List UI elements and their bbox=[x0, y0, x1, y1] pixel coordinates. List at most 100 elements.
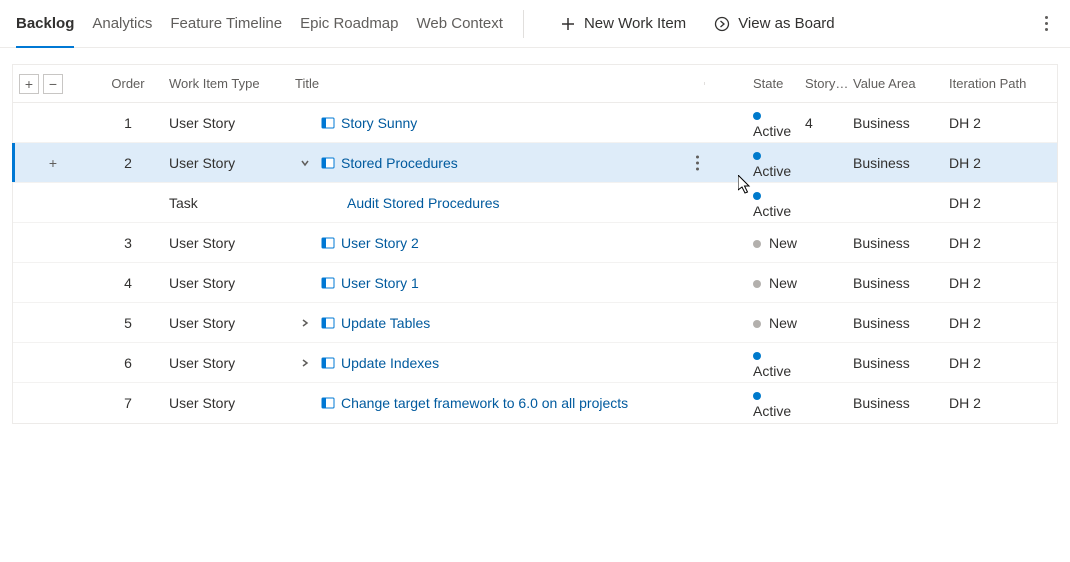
view-as-board-button[interactable]: View as Board bbox=[714, 15, 834, 32]
cell-title: Story Sunny bbox=[293, 115, 705, 131]
add-child-button[interactable]: + bbox=[43, 153, 63, 173]
table-row[interactable]: 1User StoryStory SunnyActive4BusinessDH … bbox=[13, 103, 1057, 143]
cell-value-area: Business bbox=[853, 155, 949, 171]
state-indicator-icon bbox=[753, 112, 761, 120]
col-state[interactable]: State bbox=[705, 76, 805, 91]
plus-icon bbox=[560, 16, 576, 32]
chevron-down-icon[interactable] bbox=[295, 157, 315, 169]
chevron-right-icon[interactable] bbox=[295, 357, 315, 369]
cell-iteration: DH 2 bbox=[949, 355, 1057, 371]
cell-state: New bbox=[705, 315, 805, 331]
table-row[interactable]: 4User StoryUser Story 1NewBusinessDH 2 bbox=[13, 263, 1057, 303]
work-item-title-link[interactable]: Stored Procedures bbox=[341, 155, 458, 171]
cell-order: 2 bbox=[93, 155, 163, 171]
state-indicator-icon bbox=[753, 352, 761, 360]
cell-title: Update Indexes bbox=[293, 355, 705, 371]
backlog-grid: + − Order Work Item Type Title State Sto… bbox=[12, 64, 1058, 424]
topbar: Backlog Analytics Feature Timeline Epic Roa… bbox=[0, 0, 1070, 48]
divider bbox=[523, 10, 524, 38]
user-story-icon bbox=[321, 356, 335, 370]
tab-backlog[interactable]: Backlog bbox=[16, 0, 74, 47]
cell-type: User Story bbox=[163, 115, 293, 131]
cell-title: User Story 1 bbox=[293, 275, 705, 291]
cell-iteration: DH 2 bbox=[949, 155, 1057, 171]
work-item-title-link[interactable]: Update Tables bbox=[341, 315, 430, 331]
col-story[interactable]: Story… bbox=[805, 76, 853, 91]
cell-title: Stored Procedures bbox=[293, 155, 705, 171]
state-indicator-icon bbox=[753, 240, 761, 248]
col-order[interactable]: Order bbox=[93, 76, 163, 91]
table-row[interactable]: 5User StoryUpdate TablesNewBusinessDH 2 bbox=[13, 303, 1057, 343]
tab-analytics[interactable]: Analytics bbox=[92, 0, 152, 47]
topbar-actions: New Work Item View as Board bbox=[560, 15, 835, 32]
new-work-item-label: New Work Item bbox=[584, 15, 686, 32]
chevron-right-icon[interactable] bbox=[295, 317, 315, 329]
cell-value-area: Business bbox=[853, 315, 949, 331]
cell-title: User Story 2 bbox=[293, 235, 705, 251]
row-more-button[interactable] bbox=[696, 155, 699, 170]
cell-type: User Story bbox=[163, 155, 293, 171]
user-story-icon bbox=[321, 236, 335, 250]
state-label: New bbox=[769, 275, 797, 291]
col-value-area[interactable]: Value Area bbox=[853, 76, 949, 91]
grid-header: + − Order Work Item Type Title State Sto… bbox=[13, 65, 1057, 103]
work-item-title-link[interactable]: User Story 1 bbox=[341, 275, 419, 291]
cell-iteration: DH 2 bbox=[949, 275, 1057, 291]
col-work-item-type[interactable]: Work Item Type bbox=[163, 76, 293, 91]
work-item-title-link[interactable]: Story Sunny bbox=[341, 115, 417, 131]
cell-value-area: Business bbox=[853, 235, 949, 251]
task-icon bbox=[321, 196, 341, 210]
view-as-board-label: View as Board bbox=[738, 15, 834, 32]
state-indicator-icon bbox=[753, 152, 761, 160]
cell-order: 3 bbox=[93, 235, 163, 251]
collapse-all-button[interactable]: − bbox=[43, 74, 63, 94]
state-label: Active bbox=[753, 363, 791, 379]
user-story-icon bbox=[321, 116, 335, 130]
cell-value-area: Business bbox=[853, 115, 949, 131]
table-row[interactable]: 6User StoryUpdate IndexesActiveBusinessD… bbox=[13, 343, 1057, 383]
col-title[interactable]: Title bbox=[293, 76, 705, 91]
cell-type: User Story bbox=[163, 315, 293, 331]
col-iteration-path[interactable]: Iteration Path bbox=[949, 76, 1057, 91]
tab-web-context[interactable]: Web Context bbox=[417, 0, 503, 47]
arrow-circle-icon bbox=[714, 16, 730, 32]
work-item-title-link[interactable]: User Story 2 bbox=[341, 235, 419, 251]
state-label: Active bbox=[753, 123, 791, 139]
tab-epic-roadmap[interactable]: Epic Roadmap bbox=[300, 0, 398, 47]
cell-state: Active bbox=[705, 347, 805, 379]
new-work-item-button[interactable]: New Work Item bbox=[560, 15, 686, 32]
cell-state: Active bbox=[705, 107, 805, 139]
cell-value-area: Business bbox=[853, 395, 949, 411]
cell-state: Active bbox=[705, 387, 805, 419]
more-menu-button[interactable] bbox=[1039, 10, 1054, 37]
cell-title: Update Tables bbox=[293, 315, 705, 331]
user-story-icon bbox=[321, 156, 335, 170]
work-item-title-link[interactable]: Audit Stored Procedures bbox=[347, 195, 500, 211]
expand-all-button[interactable]: + bbox=[19, 74, 39, 94]
table-row[interactable]: 3User StoryUser Story 2NewBusinessDH 2 bbox=[13, 223, 1057, 263]
cell-type: User Story bbox=[163, 395, 293, 411]
cell-value-area: Business bbox=[853, 275, 949, 291]
state-indicator-icon bbox=[753, 280, 761, 288]
cell-iteration: DH 2 bbox=[949, 235, 1057, 251]
cell-type: User Story bbox=[163, 275, 293, 291]
table-row[interactable]: TaskAudit Stored ProceduresActiveDH 2 bbox=[13, 183, 1057, 223]
cell-story-points: 4 bbox=[805, 115, 853, 131]
cell-iteration: DH 2 bbox=[949, 395, 1057, 411]
state-label: Active bbox=[753, 203, 791, 219]
table-row[interactable]: 7User StoryChange target framework to 6.… bbox=[13, 383, 1057, 423]
cell-type: Task bbox=[163, 195, 293, 211]
cell-title: Change target framework to 6.0 on all pr… bbox=[293, 395, 705, 411]
tab-feature-timeline[interactable]: Feature Timeline bbox=[170, 0, 282, 47]
user-story-icon bbox=[321, 396, 335, 410]
cell-type: User Story bbox=[163, 235, 293, 251]
more-vertical-icon bbox=[1045, 16, 1048, 31]
work-item-title-link[interactable]: Change target framework to 6.0 on all pr… bbox=[341, 395, 628, 411]
work-item-title-link[interactable]: Update Indexes bbox=[341, 355, 439, 371]
state-label: Active bbox=[753, 163, 791, 179]
table-row[interactable]: +2User Story Stored Procedures Active Busin… bbox=[13, 143, 1057, 183]
cell-order: 6 bbox=[93, 355, 163, 371]
state-label: Active bbox=[753, 403, 791, 419]
state-indicator-icon bbox=[753, 392, 761, 400]
cell-value-area: Business bbox=[853, 355, 949, 371]
